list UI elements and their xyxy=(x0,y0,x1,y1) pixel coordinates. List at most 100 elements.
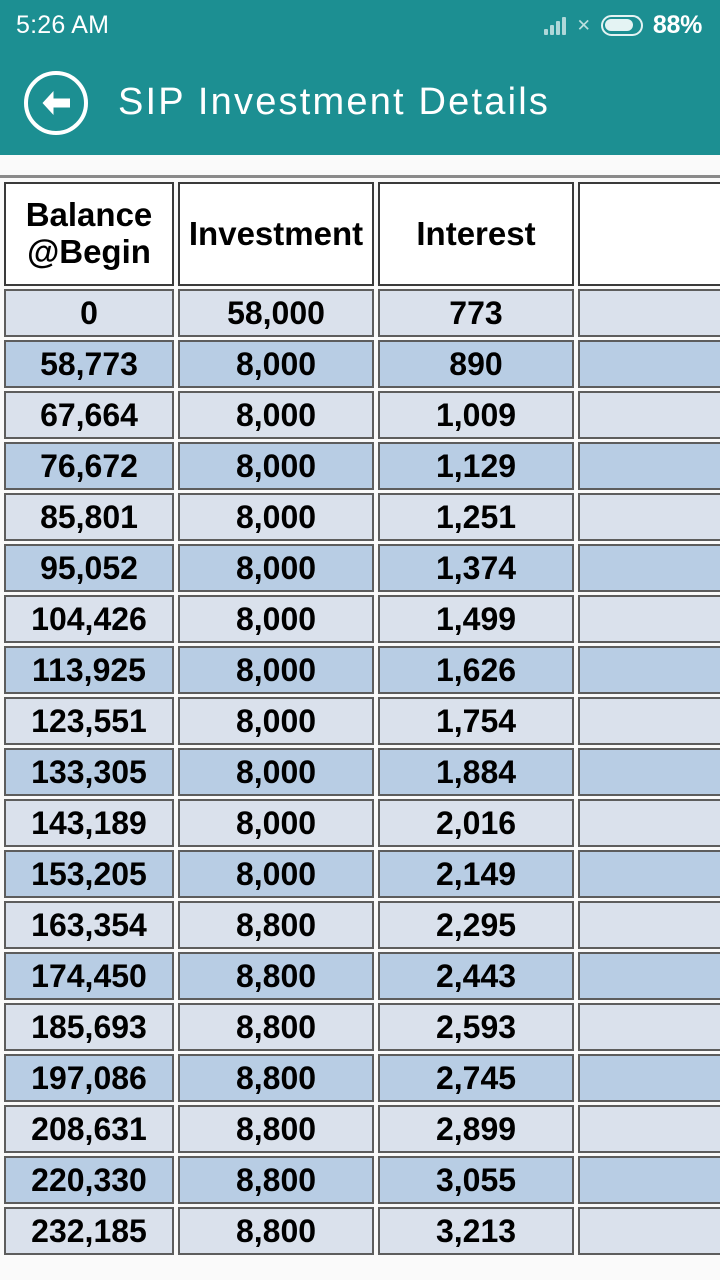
table-row[interactable]: 163,3548,8002,295174,450 xyxy=(4,901,720,949)
cell-interest: 2,745 xyxy=(378,1054,574,1102)
no-service-x-icon: ✕ xyxy=(576,16,591,35)
cell-balance-end: 244,198 xyxy=(578,1207,720,1255)
cell-interest: 1,374 xyxy=(378,544,574,592)
cell-balance-begin: 76,672 xyxy=(4,442,174,490)
cell-investment: 8,800 xyxy=(178,1156,374,1204)
table-row[interactable]: 058,00077358,773 xyxy=(4,289,720,337)
cell-investment: 8,800 xyxy=(178,1207,374,1255)
cell-investment: 8,000 xyxy=(178,850,374,898)
cell-balance-begin: 123,551 xyxy=(4,697,174,745)
column-header-balance-begin[interactable]: Balance @Begin xyxy=(4,182,174,286)
status-clock: 5:26 AM xyxy=(16,10,110,39)
cell-balance-end: 76,672 xyxy=(578,391,720,439)
cell-interest: 2,899 xyxy=(378,1105,574,1153)
cell-balance-begin: 185,693 xyxy=(4,1003,174,1051)
cell-balance-end: 185,693 xyxy=(578,952,720,1000)
table-row[interactable]: 208,6318,8002,899220,330 xyxy=(4,1105,720,1153)
cell-interest: 1,754 xyxy=(378,697,574,745)
table-row[interactable]: 153,2058,0002,149163,354 xyxy=(4,850,720,898)
battery-icon xyxy=(600,14,643,36)
column-header-interest[interactable]: Interest xyxy=(378,182,574,286)
cell-interest: 773 xyxy=(378,289,574,337)
cell-interest: 2,016 xyxy=(378,799,574,847)
back-arrow-circle-icon[interactable] xyxy=(24,70,88,135)
table-row[interactable]: 174,4508,8002,443185,693 xyxy=(4,952,720,1000)
cell-balance-begin: 0 xyxy=(4,289,174,337)
cell-interest: 2,149 xyxy=(378,850,574,898)
table-row[interactable]: 104,4268,0001,499113,925 xyxy=(4,595,720,643)
cell-balance-begin: 232,185 xyxy=(4,1207,174,1255)
cell-balance-begin: 133,305 xyxy=(4,748,174,796)
cell-investment: 8,000 xyxy=(178,595,374,643)
table-row[interactable]: 113,9258,0001,626123,551 xyxy=(4,646,720,694)
table-row[interactable]: 185,6938,8002,593197,086 xyxy=(4,1003,720,1051)
cell-interest: 890 xyxy=(378,340,574,388)
cell-balance-end: 104,426 xyxy=(578,544,720,592)
cell-balance-begin: 163,354 xyxy=(4,901,174,949)
sip-table-area[interactable]: Balance @Begin Investment Interest Balan… xyxy=(0,155,720,1280)
cell-balance-begin: 67,664 xyxy=(4,391,174,439)
cell-investment: 8,000 xyxy=(178,799,374,847)
battery-percent-label: 88% xyxy=(652,10,702,39)
cell-balance-end: 153,205 xyxy=(578,799,720,847)
cell-balance-begin: 220,330 xyxy=(4,1156,174,1204)
cell-interest: 3,213 xyxy=(378,1207,574,1255)
table-row[interactable]: 197,0868,8002,745208,631 xyxy=(4,1054,720,1102)
cell-investment: 8,800 xyxy=(178,1003,374,1051)
cell-investment: 8,800 xyxy=(178,901,374,949)
cell-interest: 1,129 xyxy=(378,442,574,490)
sip-table-body: 058,00077358,77358,7738,00089067,66467,6… xyxy=(4,289,720,1255)
column-header-investment[interactable]: Investment xyxy=(178,182,374,286)
table-row[interactable]: 95,0528,0001,374104,426 xyxy=(4,544,720,592)
cell-balance-end: 58,773 xyxy=(578,289,720,337)
cell-investment: 8,000 xyxy=(178,697,374,745)
cell-investment: 8,000 xyxy=(178,442,374,490)
table-row[interactable]: 232,1858,8003,213244,198 xyxy=(4,1207,720,1255)
cell-interest: 2,295 xyxy=(378,901,574,949)
cell-balance-begin: 153,205 xyxy=(4,850,174,898)
cell-balance-begin: 85,801 xyxy=(4,493,174,541)
app-screen: 5:26 AM ✕ 88% SIP Investment Details Bal… xyxy=(0,0,720,1280)
cell-investment: 8,800 xyxy=(178,1105,374,1153)
cell-investment: 8,800 xyxy=(178,1054,374,1102)
cell-balance-end: 113,925 xyxy=(578,595,720,643)
cell-balance-end: 67,664 xyxy=(578,340,720,388)
cell-investment: 8,000 xyxy=(178,544,374,592)
status-bar: 5:26 AM ✕ 88% xyxy=(0,0,720,50)
column-header-balance-end[interactable]: Balance @End xyxy=(578,182,720,286)
cell-interest: 1,499 xyxy=(378,595,574,643)
cell-balance-begin: 143,189 xyxy=(4,799,174,847)
cell-balance-begin: 95,052 xyxy=(4,544,174,592)
table-row[interactable]: 143,1898,0002,016153,205 xyxy=(4,799,720,847)
header-line-2: @Begin xyxy=(27,233,151,270)
table-row[interactable]: 220,3308,8003,055232,185 xyxy=(4,1156,720,1204)
cell-interest: 1,884 xyxy=(378,748,574,796)
table-row[interactable]: 133,3058,0001,884143,189 xyxy=(4,748,720,796)
cell-balance-end: 95,052 xyxy=(578,493,720,541)
table-row[interactable]: 58,7738,00089067,664 xyxy=(4,340,720,388)
signal-bars-no-service-icon xyxy=(543,15,566,35)
cell-balance-begin: 58,773 xyxy=(4,340,174,388)
cell-balance-end: 163,354 xyxy=(578,850,720,898)
table-row[interactable]: 123,5518,0001,754133,305 xyxy=(4,697,720,745)
cell-investment: 8,000 xyxy=(178,493,374,541)
header-line-1: Balance xyxy=(25,196,153,234)
cell-balance-end: 208,631 xyxy=(578,1054,720,1102)
app-bar: SIP Investment Details xyxy=(0,50,720,155)
status-indicators: ✕ 88% xyxy=(543,10,702,40)
cell-investment: 58,000 xyxy=(178,289,374,337)
cell-balance-end: 85,801 xyxy=(578,442,720,490)
cell-interest: 2,443 xyxy=(378,952,574,1000)
table-row[interactable]: 76,6728,0001,12985,801 xyxy=(4,442,720,490)
cell-investment: 8,000 xyxy=(178,340,374,388)
cell-balance-end: 133,305 xyxy=(578,697,720,745)
cell-balance-begin: 113,925 xyxy=(4,646,174,694)
table-row[interactable]: 67,6648,0001,00976,672 xyxy=(4,391,720,439)
cell-balance-end: 174,450 xyxy=(578,901,720,949)
cell-investment: 8,000 xyxy=(178,748,374,796)
table-row[interactable]: 85,8018,0001,25195,052 xyxy=(4,493,720,541)
cell-balance-end: 123,551 xyxy=(578,646,720,694)
cell-balance-begin: 104,426 xyxy=(4,595,174,643)
cell-investment: 8,000 xyxy=(178,646,374,694)
cell-balance-end: 232,185 xyxy=(578,1156,720,1204)
